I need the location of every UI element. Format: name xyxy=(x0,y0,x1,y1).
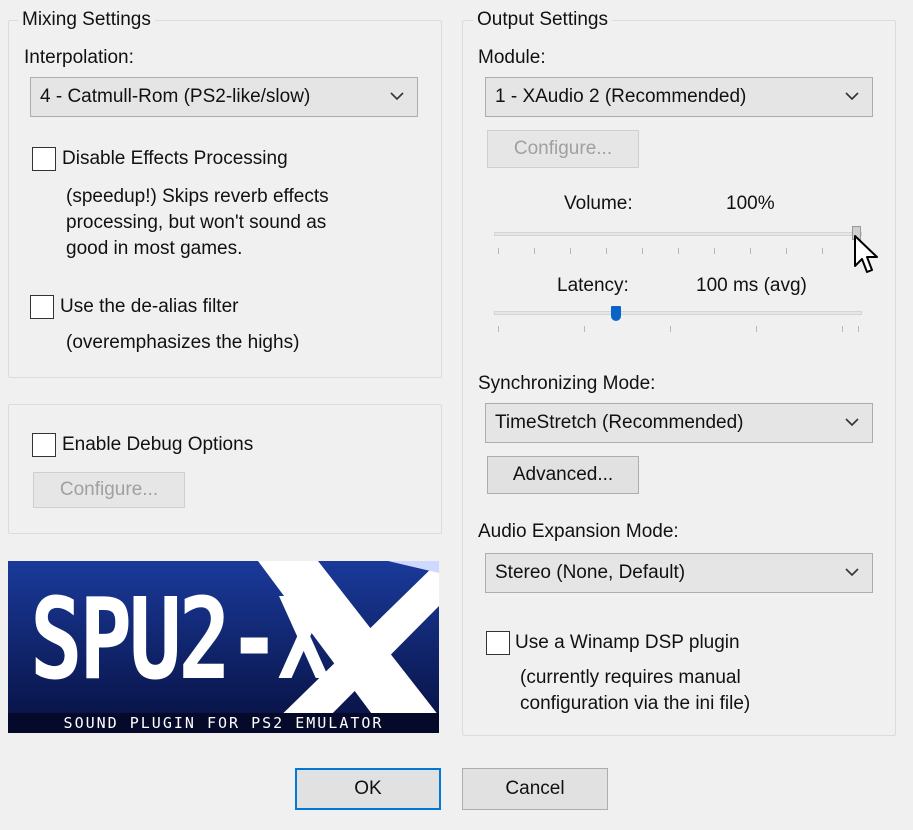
disable-effects-label[interactable]: Disable Effects Processing xyxy=(62,147,288,171)
advanced-button[interactable]: Advanced... xyxy=(487,456,639,494)
volume-slider[interactable] xyxy=(494,224,864,260)
ok-button[interactable]: OK xyxy=(295,768,441,810)
sync-mode-label: Synchronizing Mode: xyxy=(478,373,656,394)
chevron-down-icon xyxy=(845,92,859,101)
chevron-down-icon xyxy=(390,92,404,101)
interpolation-label: Interpolation: xyxy=(24,47,134,68)
spu2x-logo-text: SPU2-X xyxy=(30,575,330,705)
winamp-dsp-label[interactable]: Use a Winamp DSP plugin xyxy=(515,631,740,655)
winamp-dsp-desc-line-1: (currently requires manual xyxy=(520,667,741,688)
expansion-mode-select[interactable]: Stereo (None, Default) xyxy=(485,553,873,593)
sync-mode-select[interactable]: TimeStretch (Recommended) xyxy=(485,403,873,443)
dealias-checkbox[interactable] xyxy=(30,295,54,319)
volume-label: Volume: xyxy=(564,193,633,214)
winamp-dsp-checkbox[interactable] xyxy=(486,631,510,655)
enable-debug-label[interactable]: Enable Debug Options xyxy=(62,433,253,457)
interpolation-select[interactable]: 4 - Catmull-Rom (PS2-like/slow) xyxy=(30,77,418,117)
latency-slider-track xyxy=(494,311,862,315)
volume-slider-track xyxy=(494,232,862,236)
output-configure-button[interactable]: Configure... xyxy=(487,130,639,168)
disable-effects-checkbox[interactable] xyxy=(32,147,56,171)
latency-slider[interactable] xyxy=(494,306,864,336)
spu2x-logo-tagline: SOUND PLUGIN FOR PS2 EMULATOR xyxy=(8,713,439,733)
disable-effects-desc-line-1: (speedup!) Skips reverb effects xyxy=(66,186,329,207)
debug-group xyxy=(8,404,442,534)
spu2x-logo: SPU2-X SOUND PLUGIN FOR PS2 EMULATOR xyxy=(8,561,439,733)
chevron-down-icon xyxy=(845,418,859,427)
expansion-mode-select-value: Stereo (None, Default) xyxy=(495,562,686,583)
dealias-desc: (overemphasizes the highs) xyxy=(66,332,300,353)
module-select-value: 1 - XAudio 2 (Recommended) xyxy=(495,86,747,107)
debug-configure-button[interactable]: Configure... xyxy=(33,472,185,508)
cancel-button[interactable]: Cancel xyxy=(462,768,608,810)
latency-value: 100 ms (avg) xyxy=(696,275,807,296)
dealias-label[interactable]: Use the de-alias filter xyxy=(60,295,238,319)
output-settings-legend: Output Settings xyxy=(473,9,612,31)
disable-effects-desc-line-3: good in most games. xyxy=(66,238,243,259)
sync-mode-select-value: TimeStretch (Recommended) xyxy=(495,412,744,433)
latency-label: Latency: xyxy=(557,275,629,296)
module-label: Module: xyxy=(478,47,546,68)
module-select[interactable]: 1 - XAudio 2 (Recommended) xyxy=(485,77,873,117)
chevron-down-icon xyxy=(845,568,859,577)
volume-value: 100% xyxy=(726,193,775,214)
disable-effects-desc-line-2: processing, but won't sound as xyxy=(66,212,327,233)
mouse-cursor-icon xyxy=(854,235,878,273)
mixing-settings-legend: Mixing Settings xyxy=(18,9,155,31)
expansion-mode-label: Audio Expansion Mode: xyxy=(478,521,679,542)
interpolation-select-value: 4 - Catmull-Rom (PS2-like/slow) xyxy=(40,86,311,107)
latency-slider-thumb[interactable] xyxy=(611,306,621,321)
winamp-dsp-desc-line-2: configuration via the ini file) xyxy=(520,693,751,714)
enable-debug-checkbox[interactable] xyxy=(32,433,56,457)
